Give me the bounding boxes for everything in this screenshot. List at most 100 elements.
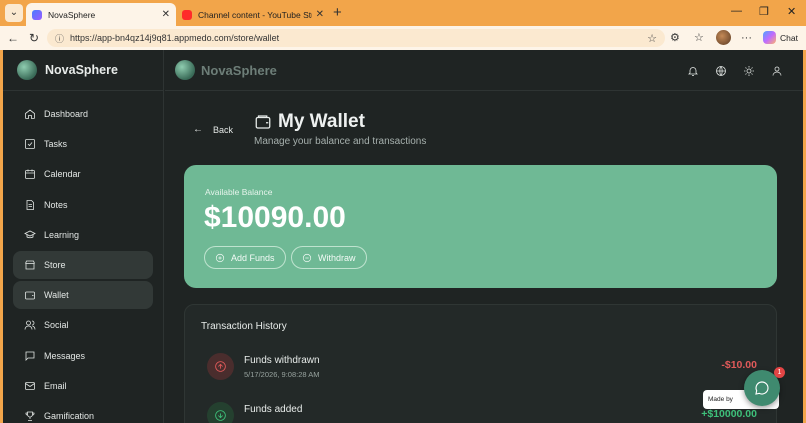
back-arrow-icon[interactable]: ← <box>7 30 19 46</box>
sidebar-item-notes[interactable]: Notes <box>13 191 153 219</box>
page-subtitle: Manage your balance and transactions <box>254 136 427 147</box>
chat-bubble-icon <box>755 381 769 395</box>
balance-label: Available Balance <box>205 187 273 197</box>
top-bar: NovaSphere <box>165 50 803 91</box>
favorites-icon[interactable]: ☆ <box>694 31 704 45</box>
wallet-page: ← Back My Wallet Manage your balance and… <box>165 92 803 423</box>
sidebar-item-label: Notes <box>44 199 68 210</box>
users-icon <box>23 319 36 332</box>
close-tab-icon[interactable]: ✕ <box>316 9 324 20</box>
minus-circle-icon <box>302 253 312 262</box>
withdraw-button[interactable]: Withdraw <box>291 246 367 269</box>
plus-circle-icon <box>215 253 225 262</box>
transaction-amount: +$10000.00 <box>701 408 757 420</box>
extensions-icon[interactable]: ⚙ <box>670 31 680 45</box>
sidebar-item-label: Dashboard <box>44 109 89 119</box>
app-window: NovaSphere Dashboard Tasks Calendar Note… <box>3 50 803 423</box>
sun-icon[interactable] <box>743 64 755 76</box>
sidebar-item-dashboard[interactable]: Dashboard <box>13 100 153 128</box>
copilot-icon <box>763 31 776 44</box>
site-info-icon[interactable]: ⓘ <box>55 32 64 45</box>
close-tab-icon[interactable]: ✕ <box>162 9 170 20</box>
copilot-chat-button[interactable]: Chat <box>763 31 798 44</box>
graduation-cap-icon <box>23 228 36 241</box>
arrow-left-icon: ← <box>193 124 203 135</box>
sidebar-brand[interactable]: NovaSphere <box>17 60 118 80</box>
divider <box>3 90 164 91</box>
transaction-history: Transaction History Funds withdrawn 5/17… <box>184 304 777 423</box>
sidebar-item-label: Gamification <box>44 410 95 421</box>
browser-tab-active[interactable]: NovaSphere ✕ <box>26 3 176 26</box>
bell-icon[interactable] <box>687 64 699 76</box>
transaction-history-title: Transaction History <box>201 321 287 332</box>
transaction-name: Funds withdrawn <box>244 355 320 366</box>
brand-logo-icon <box>175 60 195 80</box>
copilot-label: Chat <box>780 32 798 43</box>
sidebar-item-messages[interactable]: Messages <box>13 342 153 370</box>
globe-icon[interactable] <box>715 64 727 76</box>
note-icon <box>23 198 36 211</box>
sidebar-item-label: Learning <box>44 229 80 240</box>
transaction-row[interactable]: Funds withdrawn 5/17/2026, 9:08:28 AM -$… <box>207 351 757 381</box>
minimize-icon[interactable]: — <box>731 5 742 17</box>
browser-tab-bar: ⌄ NovaSphere ✕ Channel content - YouTube… <box>0 0 806 26</box>
back-label: Back <box>213 124 234 135</box>
sidebar-item-wallet[interactable]: Wallet <box>13 281 153 310</box>
checkbox-icon <box>23 138 36 151</box>
transaction-row[interactable]: Funds added +$10000.00 <box>207 400 757 423</box>
sidebar-item-email[interactable]: Email <box>13 372 153 400</box>
url-text: https://app-bn4qz14j9q81.appmedo.com/sto… <box>70 33 280 43</box>
notification-badge: 1 <box>774 367 785 378</box>
balance-card: Available Balance $10090.00 Add Funds Wi… <box>184 165 777 288</box>
back-button[interactable]: ← Back <box>193 124 233 135</box>
close-window-icon[interactable]: ✕ <box>787 5 796 18</box>
message-icon <box>23 349 36 362</box>
header-brand[interactable]: NovaSphere <box>175 60 277 80</box>
balance-amount: $10090.00 <box>204 201 346 234</box>
wallet-icon <box>255 115 271 129</box>
home-icon <box>23 108 36 121</box>
calendar-icon <box>23 168 36 181</box>
profile-avatar[interactable] <box>716 30 731 45</box>
add-funds-button[interactable]: Add Funds <box>204 246 286 269</box>
novasphere-favicon-icon <box>32 9 42 20</box>
sidebar-nav: Dashboard Tasks Calendar Notes Learning … <box>13 100 153 423</box>
brand-logo-icon <box>17 60 37 80</box>
add-funds-label: Add Funds <box>231 252 275 263</box>
trophy-icon <box>23 409 36 422</box>
sidebar-item-label: Calendar <box>44 169 81 180</box>
tab-title: Channel content - YouTube Studio <box>198 9 312 20</box>
reload-icon[interactable]: ↻ <box>29 30 39 46</box>
new-tab-icon[interactable]: + <box>333 4 342 22</box>
brand-name: NovaSphere <box>45 63 118 77</box>
sidebar-item-gamification[interactable]: Gamification <box>13 402 153 423</box>
arrow-down-circle-icon <box>207 402 234 423</box>
restore-icon[interactable]: ❐ <box>759 5 769 18</box>
user-icon[interactable] <box>771 64 783 76</box>
wallet-icon <box>23 289 36 302</box>
sidebar-item-label: Wallet <box>44 290 69 301</box>
page-header: My Wallet <box>254 111 365 133</box>
sidebar-item-label: Store <box>44 259 66 270</box>
sidebar-item-label: Social <box>44 320 69 331</box>
favorite-star-icon[interactable]: ☆ <box>647 32 657 45</box>
arrow-up-circle-icon <box>207 353 234 380</box>
sidebar-item-store[interactable]: Store <box>13 250 153 279</box>
withdraw-label: Withdraw <box>318 252 356 263</box>
transaction-amount: -$10.00 <box>721 359 757 371</box>
sidebar-item-label: Email <box>44 380 67 391</box>
mail-icon <box>23 379 36 392</box>
sidebar-item-calendar[interactable]: Calendar <box>13 160 153 188</box>
browser-tab[interactable]: Channel content - YouTube Studio ✕ <box>178 3 328 26</box>
url-field[interactable]: ⓘ https://app-bn4qz14j9q81.appmedo.com/s… <box>47 29 665 47</box>
page-title: My Wallet <box>278 111 365 132</box>
more-options-icon[interactable]: ··· <box>741 31 752 45</box>
sidebar-item-label: Tasks <box>44 139 68 150</box>
sidebar-item-label: Messages <box>44 350 86 361</box>
sidebar-item-social[interactable]: Social <box>13 311 153 339</box>
tab-title: NovaSphere <box>48 9 96 20</box>
tab-actions-menu-button[interactable]: ⌄ <box>5 4 23 22</box>
sidebar-item-tasks[interactable]: Tasks <box>13 130 153 158</box>
sidebar-item-learning[interactable]: Learning <box>13 221 153 249</box>
browser-address-bar: ← ↻ ⓘ https://app-bn4qz14j9q81.appmedo.c… <box>0 26 806 50</box>
